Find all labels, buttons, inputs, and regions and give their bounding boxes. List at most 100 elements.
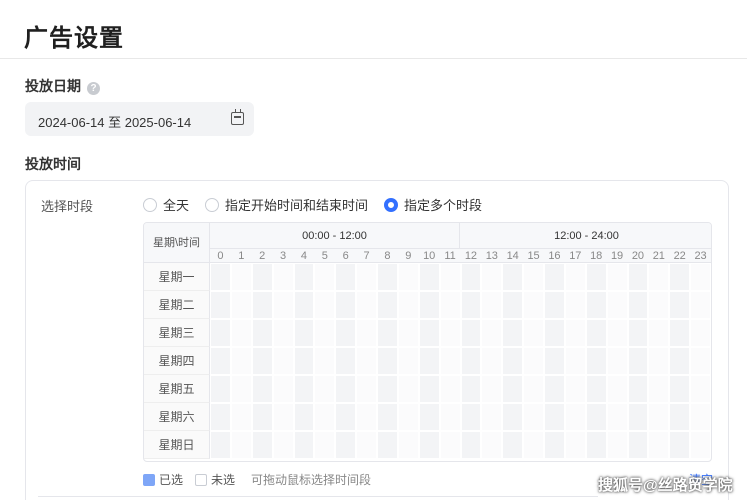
- time-slot[interactable]: [607, 264, 627, 290]
- time-slot[interactable]: [378, 404, 397, 430]
- time-slot[interactable]: [482, 376, 502, 402]
- time-slot[interactable]: [586, 404, 606, 430]
- time-slot[interactable]: [231, 292, 251, 318]
- calendar-icon[interactable]: [231, 109, 244, 125]
- time-slot[interactable]: [545, 320, 564, 346]
- time-slot[interactable]: [607, 348, 627, 374]
- time-slot[interactable]: [649, 376, 669, 402]
- time-slot[interactable]: [336, 404, 356, 430]
- time-slot[interactable]: [440, 404, 460, 430]
- question-icon[interactable]: ?: [87, 82, 100, 95]
- time-slot[interactable]: [628, 320, 648, 346]
- time-slot[interactable]: [461, 432, 481, 458]
- time-slot[interactable]: [586, 264, 606, 290]
- radio-start-end[interactable]: 指定开始时间和结束时间: [205, 195, 368, 214]
- time-slot[interactable]: [336, 264, 356, 290]
- time-slot[interactable]: [628, 264, 648, 290]
- time-slot[interactable]: [649, 292, 669, 318]
- time-slot[interactable]: [565, 404, 585, 430]
- time-slot[interactable]: [231, 320, 251, 346]
- time-slot[interactable]: [565, 432, 585, 458]
- time-slot[interactable]: [628, 376, 648, 402]
- time-slot[interactable]: [357, 292, 376, 318]
- time-slot[interactable]: [419, 376, 439, 402]
- time-slot[interactable]: [273, 404, 293, 430]
- time-slot[interactable]: [419, 404, 439, 430]
- time-slot[interactable]: [357, 320, 376, 346]
- time-slot[interactable]: [336, 320, 356, 346]
- time-slot[interactable]: [524, 348, 543, 374]
- time-slot[interactable]: [691, 404, 710, 430]
- time-slot[interactable]: [357, 264, 376, 290]
- time-slot[interactable]: [482, 264, 502, 290]
- time-slot[interactable]: [398, 432, 418, 458]
- time-slot[interactable]: [503, 404, 523, 430]
- time-slot[interactable]: [336, 376, 356, 402]
- time-slot[interactable]: [524, 376, 543, 402]
- time-slot[interactable]: [670, 376, 690, 402]
- time-slot[interactable]: [545, 348, 564, 374]
- time-slot[interactable]: [398, 404, 418, 430]
- time-slot[interactable]: [357, 376, 376, 402]
- time-slot[interactable]: [315, 404, 335, 430]
- time-slot[interactable]: [273, 376, 293, 402]
- time-slot[interactable]: [545, 376, 564, 402]
- time-slot[interactable]: [628, 348, 648, 374]
- time-slot[interactable]: [211, 432, 230, 458]
- time-slot[interactable]: [482, 432, 502, 458]
- time-slot[interactable]: [524, 264, 543, 290]
- time-slot[interactable]: [524, 404, 543, 430]
- time-slot[interactable]: [482, 320, 502, 346]
- time-slot[interactable]: [211, 376, 230, 402]
- time-slot[interactable]: [211, 292, 230, 318]
- time-slot[interactable]: [294, 348, 314, 374]
- time-slot[interactable]: [607, 320, 627, 346]
- time-slot[interactable]: [315, 432, 335, 458]
- time-slot[interactable]: [398, 292, 418, 318]
- time-slot[interactable]: [628, 292, 648, 318]
- time-slot[interactable]: [565, 348, 585, 374]
- time-slot[interactable]: [691, 348, 710, 374]
- time-slot[interactable]: [565, 292, 585, 318]
- date-range-picker[interactable]: 2024-06-14 至 2025-06-14: [25, 102, 254, 136]
- time-slot[interactable]: [315, 292, 335, 318]
- time-slot[interactable]: [273, 264, 293, 290]
- time-slot[interactable]: [398, 264, 418, 290]
- time-slot[interactable]: [607, 376, 627, 402]
- time-slot[interactable]: [231, 432, 251, 458]
- time-slot[interactable]: [273, 348, 293, 374]
- time-slot[interactable]: [628, 404, 648, 430]
- time-slot[interactable]: [294, 264, 314, 290]
- time-slot[interactable]: [440, 348, 460, 374]
- time-slot[interactable]: [440, 320, 460, 346]
- time-slot[interactable]: [211, 348, 230, 374]
- schedule-grid[interactable]: 星期\时间 00:00 - 12:00 12:00 - 24:00 012345…: [143, 222, 712, 462]
- time-slot[interactable]: [691, 376, 710, 402]
- time-slot[interactable]: [315, 264, 335, 290]
- time-slot[interactable]: [231, 404, 251, 430]
- time-slot[interactable]: [315, 376, 335, 402]
- time-slot[interactable]: [461, 404, 481, 430]
- time-slot[interactable]: [294, 404, 314, 430]
- time-slot[interactable]: [440, 292, 460, 318]
- time-slot[interactable]: [378, 376, 397, 402]
- time-slot[interactable]: [231, 376, 251, 402]
- time-slot[interactable]: [607, 432, 627, 458]
- time-slot[interactable]: [586, 320, 606, 346]
- time-slot[interactable]: [273, 432, 293, 458]
- time-slot[interactable]: [398, 376, 418, 402]
- time-slot[interactable]: [482, 292, 502, 318]
- time-slot[interactable]: [273, 320, 293, 346]
- time-slot[interactable]: [482, 348, 502, 374]
- radio-all-day[interactable]: 全天: [143, 195, 189, 214]
- time-slot[interactable]: [440, 376, 460, 402]
- time-slot[interactable]: [586, 292, 606, 318]
- time-slot[interactable]: [273, 292, 293, 318]
- time-slot[interactable]: [670, 404, 690, 430]
- time-slot[interactable]: [252, 264, 272, 290]
- time-slot[interactable]: [252, 292, 272, 318]
- time-slot[interactable]: [252, 376, 272, 402]
- time-slot[interactable]: [524, 292, 543, 318]
- time-slot[interactable]: [294, 376, 314, 402]
- radio-circle-icon[interactable]: [205, 197, 220, 212]
